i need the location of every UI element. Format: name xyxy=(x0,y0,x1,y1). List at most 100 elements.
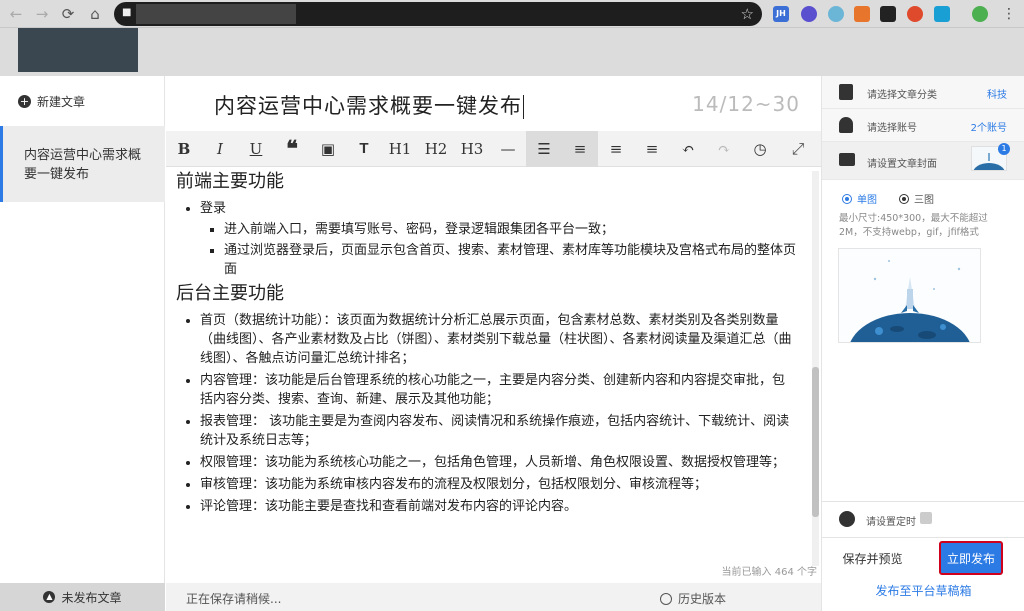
cover-count-badge: 1 xyxy=(998,143,1010,155)
action-bar: 保存并预览 立即发布 xyxy=(822,537,1024,577)
radio-single-label: 单图 xyxy=(857,195,877,206)
list-item: 内容管理：该功能是后台管理系统的核心功能之一，主要是内容分类、创建新内容和内容提… xyxy=(200,371,796,409)
bookmark-star-icon[interactable]: ☆ xyxy=(741,4,754,24)
qr-code-icon[interactable] xyxy=(880,6,896,22)
new-article-label: 新建文章 xyxy=(37,95,86,109)
cover-thumbnail[interactable]: 1 xyxy=(971,143,1010,183)
list-item: 权限管理：该功能为系统核心功能之一，包括角色管理，人员新增、角色权限设置、数据授… xyxy=(200,453,796,472)
section-list: 登录 进入前端入口，需要填写账号、密码，登录逻辑跟集团各平台一致； 通过浏览器登… xyxy=(176,199,796,279)
unpublished-label: 未发布文章 xyxy=(61,590,122,605)
radio-single-image[interactable]: 单图 xyxy=(842,191,877,206)
chevron-up-icon: ▲ xyxy=(43,591,56,603)
sidebar-draft-item[interactable]: 内容运营中心需求概要一键发布 xyxy=(0,126,165,202)
app-header xyxy=(0,28,1024,76)
extension-icon[interactable] xyxy=(854,6,870,22)
fullscreen-icon[interactable]: ⤢ xyxy=(783,131,813,167)
underline-button[interactable]: U xyxy=(238,131,274,167)
radio-icon xyxy=(899,193,909,204)
align-left-button[interactable]: ≡ xyxy=(562,130,598,167)
account-label: 请选择账号 xyxy=(867,123,917,134)
profile-avatar[interactable] xyxy=(972,6,988,22)
rocket-illustration-icon xyxy=(850,260,970,342)
cover-image-preview[interactable] xyxy=(838,248,981,343)
section-heading: 前端主要功能 xyxy=(176,171,284,192)
redo-button[interactable]: ↷ xyxy=(706,131,742,167)
align-center-button[interactable]: ≡ xyxy=(598,131,634,167)
reload-icon[interactable]: ⟳ xyxy=(58,4,78,24)
user-icon xyxy=(839,117,853,133)
title-input[interactable]: 内容运营中心需求概要一键发布 xyxy=(214,90,524,120)
unpublished-articles-button[interactable]: ▲ 未发布文章 xyxy=(0,583,165,611)
editor-content: 前端主要功能 登录 进入前端入口，需要填写账号、密码，登录逻辑跟集团各平台一致；… xyxy=(176,171,796,519)
cover-setting[interactable]: 请设置文章封面 1 xyxy=(822,142,1024,183)
quote-button[interactable]: ❝ xyxy=(274,131,310,167)
bold-button[interactable]: B xyxy=(166,131,202,167)
heading2-button[interactable]: H2 xyxy=(418,131,454,167)
extension-icon[interactable] xyxy=(907,6,923,22)
title-text: 内容运营中心需求概要一键发布 xyxy=(214,94,522,118)
app-logo-redacted xyxy=(18,28,138,72)
list-item: 评论管理：该功能主要是查找和查看前端对发布内容的评论内容。 xyxy=(200,497,796,516)
list-item: 审核管理：该功能为系统审核内容发布的流程及权限划分，包括权限划分、审核流程等； xyxy=(200,475,796,494)
browser-menu-icon[interactable]: ⋮ xyxy=(1002,5,1016,23)
address-bar[interactable]: ■ ☆ xyxy=(114,2,762,26)
sub-list-item: 进入前端入口，需要填写账号、密码，登录逻辑跟集团各平台一致； xyxy=(224,220,796,239)
radio-selected-icon xyxy=(842,193,852,204)
schedule-setting[interactable]: 请设置定时 xyxy=(822,501,1024,537)
forward-icon[interactable]: → xyxy=(32,4,52,24)
publish-now-button[interactable]: 立即发布 xyxy=(939,541,1003,575)
category-label: 请选择文章分类 xyxy=(867,90,937,101)
browser-toolbar: ← → ⟳ ⌂ ■ ☆ JH ⋮ xyxy=(0,0,1024,28)
cover-mode-radios: 单图 三图 xyxy=(842,191,934,206)
edit-icon[interactable] xyxy=(920,512,932,524)
section-list: 首页（数据统计功能）：该页面为数据统计分析汇总展示页面，包含素材总数、素材类别及… xyxy=(176,311,796,516)
history-clock-button[interactable]: ◷ xyxy=(742,131,778,167)
heading3-button[interactable]: H3 xyxy=(454,131,490,167)
settings-panel: 请选择文章分类 科技 请选择账号 2个账号 请设置文章封面 1 单图 三图 最小… xyxy=(821,76,1024,611)
list-item-text: 登录 xyxy=(200,201,227,216)
account-value: 2个账号 xyxy=(970,123,1007,134)
image-icon xyxy=(839,153,855,166)
url-redacted xyxy=(136,4,296,24)
bullet-list-button[interactable]: ☰ xyxy=(526,130,562,167)
align-right-button[interactable]: ≡ xyxy=(634,131,670,167)
editor-body[interactable]: 前端主要功能 登录 进入前端入口，需要填写账号、密码，登录逻辑跟集团各平台一致；… xyxy=(166,167,821,582)
extension-icon[interactable] xyxy=(828,6,844,22)
category-value: 科技 xyxy=(987,90,1007,101)
lock-icon: ■ xyxy=(122,7,132,18)
cover-label: 请设置文章封面 xyxy=(867,159,937,170)
scrollbar-thumb[interactable] xyxy=(812,367,819,517)
title-area: 内容运营中心需求概要一键发布 14/12~30 xyxy=(166,76,821,131)
heading1-button[interactable]: H1 xyxy=(382,131,418,167)
radio-triple-label: 三图 xyxy=(914,195,934,206)
clock-icon xyxy=(660,592,672,605)
account-select[interactable]: 请选择账号 2个账号 xyxy=(822,109,1024,142)
clock-icon xyxy=(839,511,855,527)
text-style-button[interactable]: T xyxy=(346,131,382,167)
publish-to-drafts-link[interactable]: 发布至平台草稿箱 xyxy=(822,582,1024,599)
extension-icon[interactable] xyxy=(801,6,817,22)
sub-list: 进入前端入口，需要填写账号、密码，登录逻辑跟集团各平台一致； 通过浏览器登录后，… xyxy=(200,220,796,279)
list-item: 报表管理： 该功能主要是为查阅内容发布、阅读情况和系统操作痕迹，包括内容统计、下… xyxy=(200,412,796,450)
cover-size-hint: 最小尺寸:450*300，最大不能超过2M，不支持webp，gif，jfif格式 xyxy=(839,213,988,238)
image-button[interactable]: ▣ xyxy=(310,131,346,167)
back-icon[interactable]: ← xyxy=(6,4,26,24)
extension-jh-icon[interactable]: JH xyxy=(773,6,789,22)
category-select[interactable]: 请选择文章分类 科技 xyxy=(822,76,1024,109)
horizontal-rule-button[interactable]: — xyxy=(490,131,526,167)
document-icon xyxy=(839,84,853,100)
extension-icon[interactable] xyxy=(934,6,950,22)
radio-three-images[interactable]: 三图 xyxy=(899,191,934,206)
text-caret xyxy=(523,95,524,119)
save-preview-button[interactable]: 保存并预览 xyxy=(822,538,923,578)
schedule-label: 请设置定时 xyxy=(866,517,916,528)
history-versions-button[interactable]: 历史版本 xyxy=(660,590,726,607)
undo-button[interactable]: ↶ xyxy=(670,131,706,167)
new-article-button[interactable]: + 新建文章 xyxy=(18,93,85,110)
status-bar: 正在保存请稍候... 历史版本 xyxy=(166,583,821,611)
title-char-counter: 14/12~30 xyxy=(692,92,800,116)
home-icon[interactable]: ⌂ xyxy=(85,4,105,24)
saving-status: 正在保存请稍候... xyxy=(186,592,282,606)
italic-button[interactable]: I xyxy=(202,131,238,167)
draft-title: 内容运营中心需求概要一键发布 xyxy=(24,148,142,182)
